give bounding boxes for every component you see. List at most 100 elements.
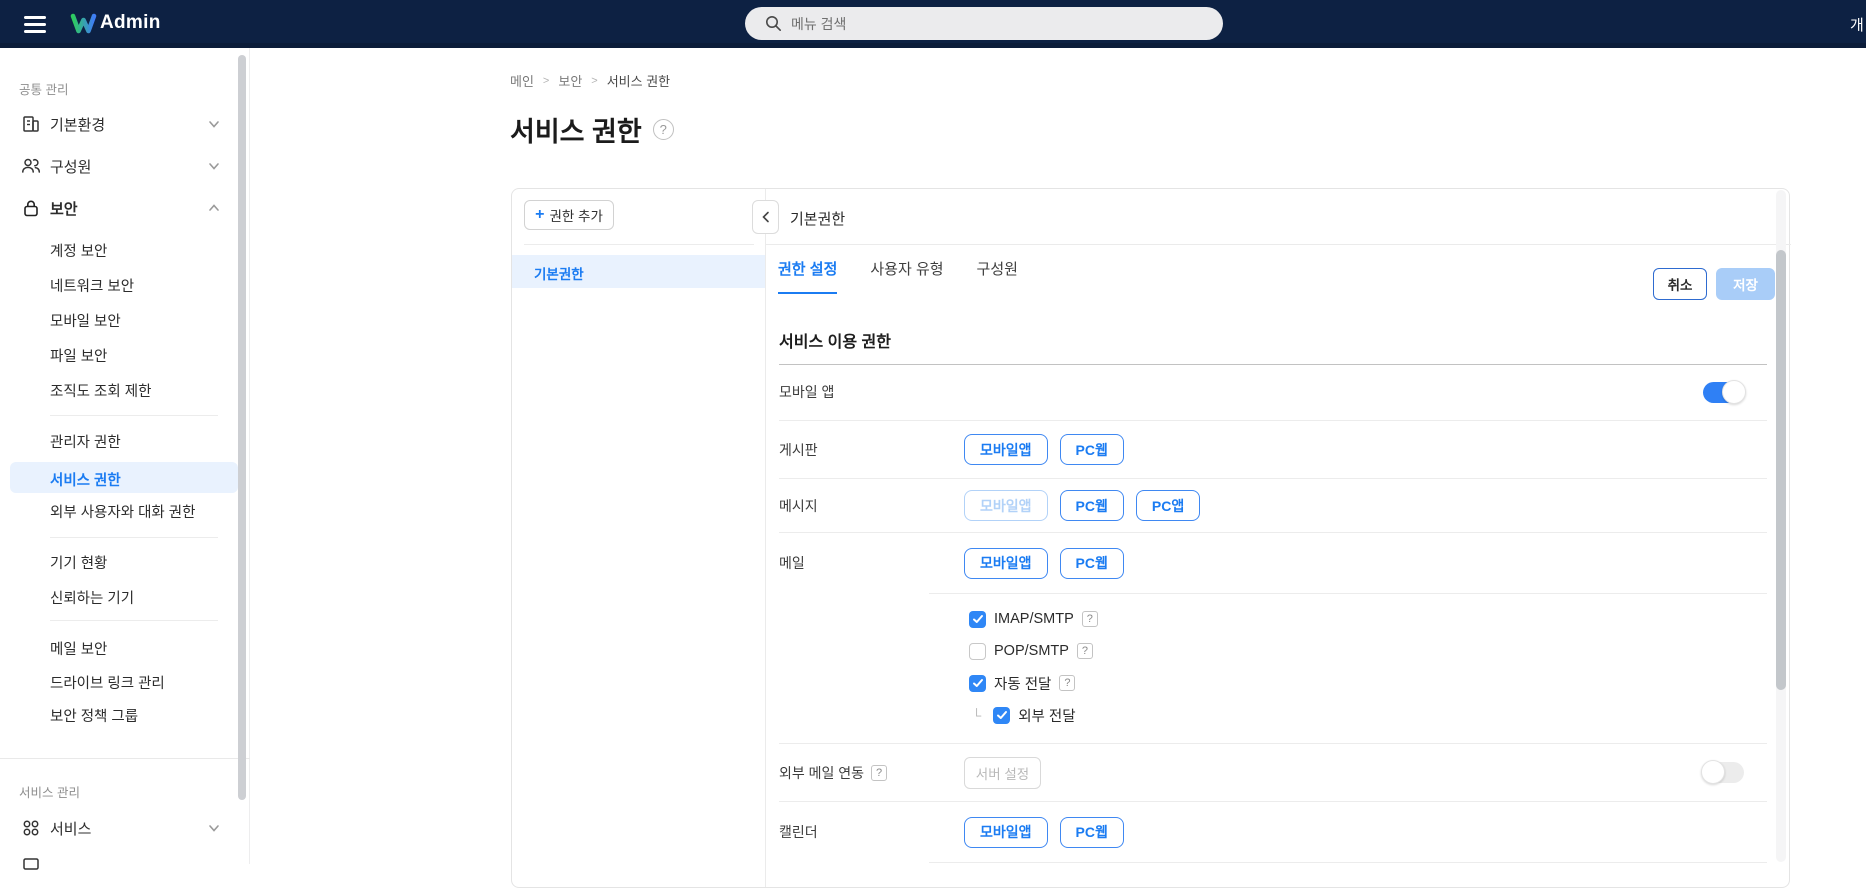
external-forward-checkbox[interactable] bbox=[993, 706, 1011, 724]
add-permission-button[interactable]: + 권한 추가 bbox=[524, 200, 614, 230]
row-label: 외부 메일 연동 ? bbox=[779, 763, 964, 783]
row-label: 모바일 앱 bbox=[779, 384, 835, 400]
permission-list-item-default[interactable]: 기본권한 bbox=[512, 255, 765, 288]
tab-members[interactable]: 구성원 bbox=[977, 258, 1018, 294]
row-board: 게시판 모바일앱 PC웹 bbox=[779, 421, 1767, 479]
menu-search-bar[interactable] bbox=[745, 7, 1223, 40]
row-label: 게시판 bbox=[779, 441, 818, 458]
tab-permission-settings[interactable]: 권한 설정 bbox=[778, 258, 838, 294]
section-title: 서비스 이용 권한 bbox=[779, 334, 891, 351]
chip-mobile-app[interactable]: 모바일앱 bbox=[964, 816, 1048, 848]
sidebar-item-service[interactable]: 서비스 bbox=[0, 816, 250, 840]
sidebar-item-security-policy-group[interactable]: 보안 정책 그룹 bbox=[50, 705, 138, 726]
option-pop-smtp: POP/SMTP ? bbox=[969, 635, 1767, 667]
detail-tabs: 권한 설정 사용자 유형 구성원 bbox=[778, 258, 1018, 294]
breadcrumb-separator-icon: > bbox=[591, 74, 598, 87]
option-auto-forward: 자동 전달 ? bbox=[969, 667, 1767, 699]
tab-user-type[interactable]: 사용자 유형 bbox=[870, 258, 943, 294]
people-icon bbox=[22, 158, 41, 173]
sidebar-item-trusted-devices[interactable]: 신뢰하는 기기 bbox=[50, 587, 134, 608]
lock-icon bbox=[24, 200, 38, 217]
server-settings-button-disabled: 서버 설정 bbox=[964, 756, 1041, 789]
sidebar-item-org-view-limit[interactable]: 조직도 조회 제한 bbox=[50, 380, 151, 401]
sidebar-nav: 공통 관리 기본환경 구성원 보안 계정 보안 네트워크 보안 모바일 보안 파… bbox=[0, 48, 250, 870]
search-icon bbox=[766, 16, 781, 31]
topbar-right-partial-text[interactable]: 개 bbox=[1850, 14, 1864, 35]
sidebar-item-drive-link-mgmt[interactable]: 드라이브 링크 관리 bbox=[50, 672, 165, 693]
detail-scrollbar-thumb[interactable] bbox=[1776, 250, 1786, 690]
row-mobile-app: 모바일 앱 bbox=[779, 364, 1767, 421]
top-bar: Admin 개 bbox=[0, 0, 1866, 48]
chip-mobile-app[interactable]: 모바일앱 bbox=[964, 434, 1048, 465]
sidebar-item-mail-security[interactable]: 메일 보안 bbox=[50, 638, 107, 659]
sidebar-item-device-status[interactable]: 기기 현황 bbox=[50, 552, 107, 573]
mail-options-block: IMAP/SMTP ? POP/SMTP ? 자동 전달 ? └ 외부 전달 bbox=[779, 593, 1767, 744]
brand-w-logo-icon bbox=[70, 13, 97, 34]
save-button[interactable]: 저장 bbox=[1716, 268, 1775, 300]
menu-hamburger-icon[interactable] bbox=[24, 16, 46, 33]
chevron-down-icon bbox=[209, 121, 219, 128]
breadcrumb-home[interactable]: 메인 bbox=[510, 71, 534, 90]
row-message: 메시지 모바일앱 PC웹 PC앱 bbox=[779, 479, 1767, 533]
imap-help-icon[interactable]: ? bbox=[1081, 611, 1098, 627]
plus-icon: + bbox=[535, 205, 545, 223]
sidebar-section-service: 서비스 관리 bbox=[19, 786, 80, 800]
auto-forward-checkbox[interactable] bbox=[969, 674, 986, 692]
chip-pc-web[interactable]: PC웹 bbox=[1059, 547, 1124, 579]
auto-forward-help-icon[interactable]: ? bbox=[1059, 675, 1076, 691]
chip-pc-app[interactable]: PC앱 bbox=[1135, 490, 1201, 521]
sidebar-divider bbox=[50, 537, 218, 538]
option-imap-smtp: IMAP/SMTP ? bbox=[969, 603, 1767, 635]
pop-help-icon[interactable]: ? bbox=[1076, 643, 1093, 659]
external-mail-toggle[interactable] bbox=[1701, 760, 1744, 784]
header-divider bbox=[766, 244, 1791, 245]
sidebar-item-basic-env[interactable]: 기본환경 bbox=[0, 112, 250, 136]
service-permission-card: + 권한 추가 기본권한 기본권한 권한 설정 사용자 유형 구성원 취소 저장… bbox=[511, 188, 1791, 888]
chevron-down-icon bbox=[209, 825, 219, 832]
tree-branch-icon: └ bbox=[972, 707, 982, 723]
sidebar-item-security[interactable]: 보안 bbox=[0, 196, 250, 220]
chevron-left-icon bbox=[761, 211, 769, 223]
cancel-button[interactable]: 취소 bbox=[1653, 268, 1707, 300]
imap-smtp-checkbox[interactable] bbox=[969, 610, 986, 628]
apps-grid-icon bbox=[23, 820, 39, 836]
permission-list-panel: + 권한 추가 기본권한 bbox=[512, 189, 766, 887]
indented-divider bbox=[929, 862, 1767, 863]
breadcrumb-separator-icon: > bbox=[542, 74, 550, 87]
chip-mobile-app[interactable]: 모바일앱 bbox=[964, 547, 1048, 579]
menu-search-input[interactable] bbox=[791, 15, 1191, 32]
row-label: 캘린더 bbox=[779, 824, 818, 840]
row-external-mail: 외부 메일 연동 ? 서버 설정 bbox=[779, 744, 1767, 802]
option-external-forward: └ 외부 전달 bbox=[972, 706, 1076, 725]
chip-pc-web[interactable]: PC웹 bbox=[1059, 490, 1124, 521]
chevron-up-icon bbox=[209, 204, 219, 211]
sidebar-item-external-user-chat[interactable]: 외부 사용자와 대화 권한 bbox=[50, 501, 196, 522]
sidebar-item-account-security[interactable]: 계정 보안 bbox=[50, 240, 107, 261]
sidebar-scrollbar[interactable] bbox=[238, 55, 246, 800]
sidebar-item-admin-permission[interactable]: 관리자 권한 bbox=[50, 431, 121, 452]
breadcrumb-security[interactable]: 보안 bbox=[558, 71, 582, 90]
mobile-app-toggle[interactable] bbox=[1703, 379, 1746, 404]
building-icon bbox=[23, 116, 39, 132]
collapse-panel-button[interactable] bbox=[752, 200, 779, 234]
sidebar-item-service-permission-selected[interactable]: 서비스 권한 bbox=[10, 462, 238, 493]
sidebar-section-divider bbox=[0, 758, 250, 759]
chip-pc-web[interactable]: PC웹 bbox=[1059, 434, 1124, 465]
sidebar-item-file-security[interactable]: 파일 보안 bbox=[50, 345, 107, 366]
sidebar-item-network-security[interactable]: 네트워크 보안 bbox=[50, 275, 134, 296]
page-title: 서비스 권한 bbox=[510, 117, 642, 147]
permission-detail-panel: 기본권한 권한 설정 사용자 유형 구성원 취소 저장 서비스 이용 권한 모바… bbox=[752, 189, 1791, 887]
chip-pc-web[interactable]: PC웹 bbox=[1059, 816, 1124, 848]
check-icon bbox=[972, 679, 983, 687]
sidebar-item-mobile-security[interactable]: 모바일 보안 bbox=[50, 310, 121, 331]
page-help-icon[interactable]: ? bbox=[652, 119, 674, 140]
chip-mobile-app-disabled: 모바일앱 bbox=[964, 490, 1048, 521]
detail-header-title: 기본권한 bbox=[790, 211, 846, 228]
external-mail-help-icon[interactable]: ? bbox=[871, 764, 888, 781]
sidebar-divider bbox=[50, 415, 218, 416]
sidebar-section-common: 공통 관리 bbox=[19, 83, 69, 97]
sidebar-item-members[interactable]: 구성원 bbox=[0, 154, 250, 178]
pop-smtp-checkbox[interactable] bbox=[969, 642, 986, 660]
brand-title: Admin bbox=[100, 12, 161, 33]
panel-divider bbox=[524, 244, 754, 245]
